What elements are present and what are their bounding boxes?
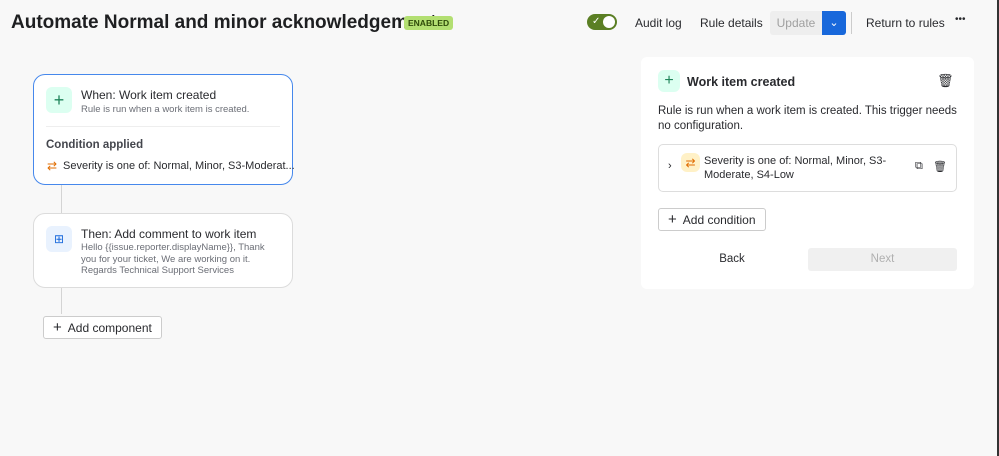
page-title: Automate Normal and minor acknowledgemen…	[11, 12, 437, 33]
comment-icon: ⊞	[46, 226, 72, 252]
panel-title: Work item created	[687, 75, 796, 89]
status-badge: ENABLED	[404, 16, 454, 30]
update-dropdown-chevron-down-icon[interactable]: ⌄	[822, 11, 846, 35]
check-icon: ✓	[592, 16, 601, 27]
condition-text: Severity is one of: Normal, Minor, S3-Mo…	[704, 155, 887, 181]
copy-icon[interactable]: ⧉	[915, 160, 923, 173]
condition-row[interactable]: › ⇄ Severity is one of: Normal, Minor, S…	[658, 144, 957, 192]
condition-summary: Severity is one of: Normal, Minor, S3-Mo…	[63, 160, 295, 172]
delete-trash-icon[interactable]: 🗑	[933, 160, 947, 173]
audit-log-button[interactable]: Audit log	[635, 16, 682, 30]
plus-icon: +	[658, 70, 680, 92]
swap-icon: ⇄	[681, 153, 700, 172]
trigger-title: When: Work item created	[81, 88, 217, 102]
action-description: Hello {{issue.reporter.displayName}}, Th…	[81, 242, 265, 276]
add-condition-button[interactable]: + Add condition	[658, 208, 766, 231]
panel-description: Rule is run when a work item is created.…	[658, 105, 957, 132]
add-component-button[interactable]: + Add component	[43, 316, 162, 339]
next-button[interactable]: Next	[808, 248, 957, 271]
action-card[interactable]: ⊞ Then: Add comment to work item Hello {…	[33, 213, 293, 288]
swap-icon: ⇄	[47, 159, 58, 173]
trigger-description: Rule is run when a work item is created.	[81, 104, 250, 115]
plus-icon: +	[46, 87, 72, 113]
back-button[interactable]: Back	[658, 248, 806, 271]
condition-heading: Condition applied	[46, 139, 144, 151]
more-options-icon[interactable]: •••	[955, 14, 966, 25]
plus-icon: +	[668, 211, 677, 228]
plus-icon: +	[53, 319, 62, 336]
return-to-rules-button[interactable]: Return to rules	[866, 16, 945, 30]
action-title: Then: Add comment to work item	[81, 227, 257, 241]
update-button[interactable]: Update	[770, 11, 822, 35]
delete-trash-icon[interactable]: 🗑	[937, 73, 954, 89]
chevron-right-icon[interactable]: ›	[668, 160, 672, 172]
rule-enabled-toggle[interactable]: ✓	[587, 14, 617, 30]
trigger-card[interactable]: + When: Work item created Rule is run wh…	[33, 74, 295, 185]
rule-details-button[interactable]: Rule details	[700, 16, 763, 30]
trigger-config-panel: + Work item created 🗑 Rule is run when a…	[641, 57, 974, 289]
divider	[851, 12, 852, 34]
